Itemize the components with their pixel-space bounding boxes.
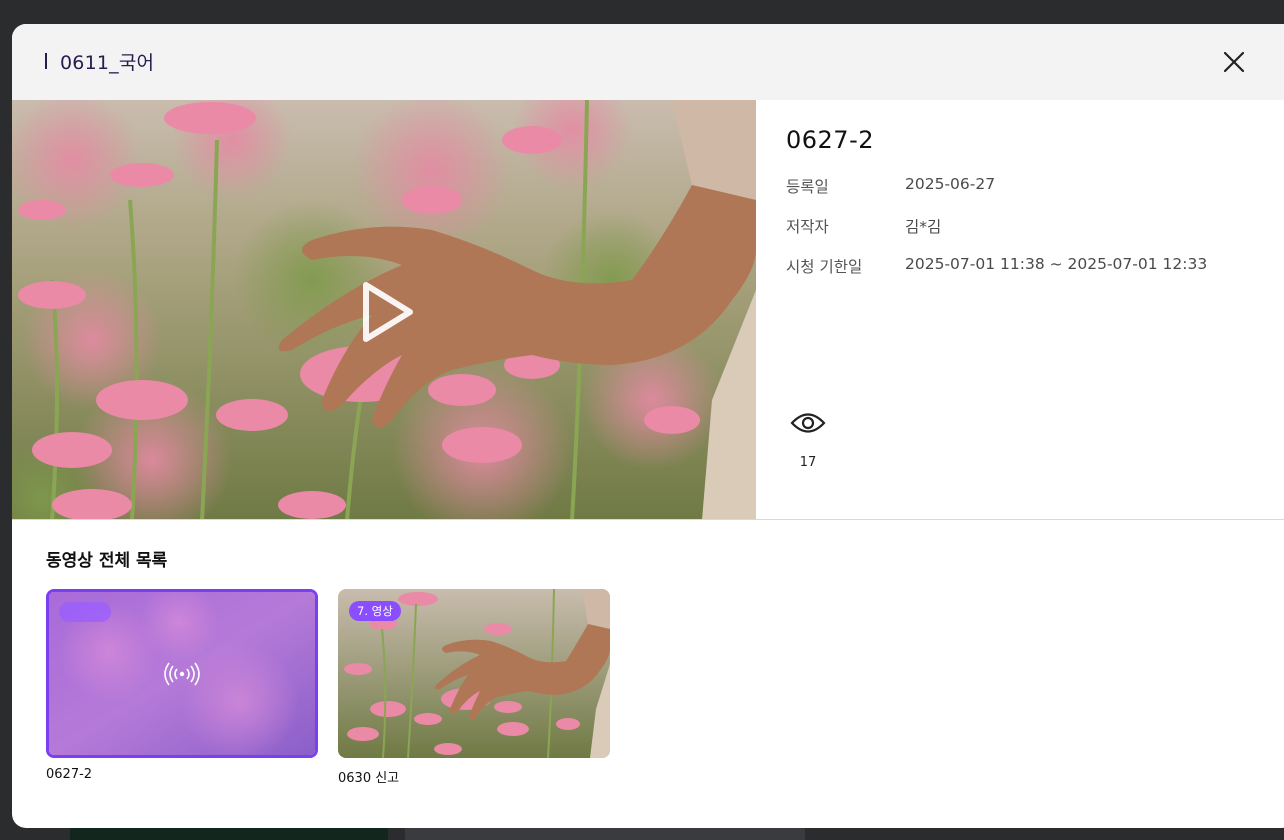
video-modal: 0611_국어 0627-2 등록일 2025-06-27 저작자 김*김 시청… <box>12 24 1284 828</box>
video-list-item[interactable]: 0627-2 <box>46 589 318 782</box>
video-list-item[interactable]: 7. 영상 0630 신고 <box>338 589 610 786</box>
author-value: 김*김 <box>905 218 942 236</box>
video-list-item-label: 0627-2 <box>46 767 93 782</box>
background-panel-2 <box>405 826 805 840</box>
author-label: 저작자 <box>786 218 829 236</box>
modal-header: 0611_국어 <box>12 24 1284 100</box>
category-badge: 7. 영상 <box>349 601 401 621</box>
close-icon <box>1223 51 1245 73</box>
video-player[interactable] <box>12 100 756 520</box>
video-thumbnail[interactable]: 7. 영상 <box>338 589 610 758</box>
live-broadcast-icon <box>164 662 200 686</box>
eye-icon <box>790 413 826 433</box>
views-count: 17 <box>799 455 817 470</box>
video-list-title: 동영상 전체 목록 <box>46 551 168 571</box>
section-divider <box>12 519 1284 520</box>
period-value: 2025-07-01 11:38 ~ 2025-07-01 12:33 <box>905 255 1208 273</box>
play-button[interactable] <box>352 277 422 347</box>
registered-label: 등록일 <box>786 178 829 196</box>
modal-title: 0611_국어 <box>60 52 155 74</box>
video-title: 0627-2 <box>786 126 875 154</box>
video-list-item-label: 0630 신고 <box>338 771 400 786</box>
video-details: 0627-2 등록일 2025-06-27 저작자 김*김 시청 기한일 202… <box>756 100 1284 520</box>
period-label: 시청 기한일 <box>786 258 863 276</box>
close-button[interactable] <box>1218 46 1250 78</box>
title-accent-bar <box>45 53 47 69</box>
play-icon <box>363 282 413 342</box>
registered-value: 2025-06-27 <box>905 175 996 193</box>
video-thumbnail-selected[interactable] <box>46 589 318 758</box>
